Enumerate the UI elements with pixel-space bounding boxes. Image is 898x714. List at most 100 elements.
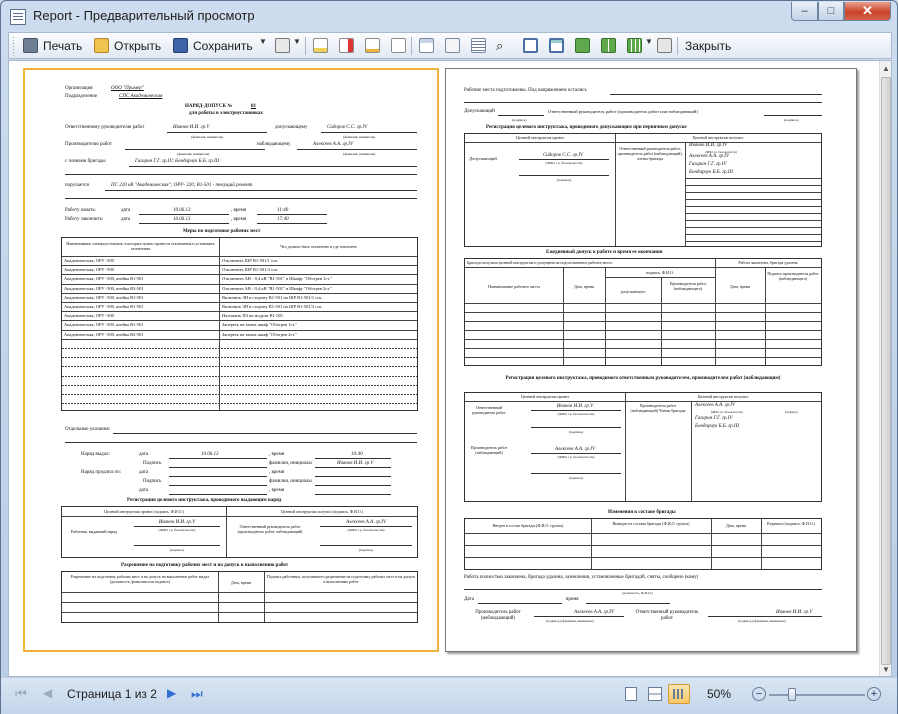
vertical-scrollbar[interactable]: ▲ ▼: [879, 61, 891, 676]
thumbnails-icon[interactable]: [471, 38, 486, 53]
email-export-icon[interactable]: [275, 38, 290, 53]
permit-title: НАРЯД-ДОПУСК №: [185, 104, 233, 109]
crew-label: с членами бригады: [65, 159, 106, 164]
table-row-line: [62, 339, 417, 340]
delete-page-icon[interactable]: [339, 38, 354, 53]
briefing-issuer-table: Целевой инструктаж провел (подпись, Ф.И.…: [61, 506, 418, 558]
issued-time-label: , время: [269, 452, 285, 457]
completion-label: Работа полностью закончена, бригада удал…: [464, 575, 699, 580]
special-instructions-label: Отдельные указания:: [65, 427, 111, 432]
report-page-1[interactable]: Организация ООО "Пример" Подразделение С…: [23, 68, 439, 652]
daily-col-header: Подпись производителя работ (наблюдающег…: [767, 271, 819, 281]
edit-page-icon[interactable]: [365, 38, 380, 53]
export-dropdown-arrow-icon[interactable]: ▼: [293, 37, 301, 46]
single-page-view-icon[interactable]: [625, 687, 637, 701]
form-line: [686, 234, 821, 235]
form-line: [686, 206, 821, 207]
save-dropdown-arrow-icon[interactable]: ▼: [259, 37, 267, 46]
briefing-caption: (подпись): [169, 548, 185, 552]
last-page-icon[interactable]: ⏭: [191, 686, 203, 702]
save-button[interactable]: Сохранить: [193, 36, 253, 56]
zoom-slider-track[interactable]: [769, 694, 865, 696]
form-line: [686, 192, 821, 193]
measures-cell-action: Запереть на замок шкаф "Обогрев 2ст.": [222, 332, 298, 337]
continuous-view-icon[interactable]: [648, 687, 662, 701]
new-page-icon[interactable]: [313, 38, 328, 53]
report-page-2[interactable]: Рабочие места подготовлены. Под напряжен…: [445, 68, 857, 652]
toolbar-separator: [677, 37, 678, 55]
zoom-in-icon[interactable]: +: [867, 687, 881, 701]
first-page-icon[interactable]: ⏮: [15, 686, 27, 702]
resp-label: Ответственному руководителю работ: [65, 125, 145, 130]
pages-dropdown-arrow-icon[interactable]: ▼: [645, 37, 653, 46]
table-row-line: [62, 302, 417, 303]
resp-role: Ответственный руководитель работ: [472, 405, 506, 415]
measures-cell-installation: Академическая, ОРУ -500: [64, 267, 114, 272]
start-date-label: дата: [121, 208, 131, 213]
extended-date2-label: дата: [139, 488, 149, 493]
zoom-page-icon[interactable]: [523, 38, 538, 53]
briefing-caption: (ФИО, гр. безопасности): [158, 528, 196, 532]
measures-cell-action: Отключить ШР В1-501/3 сск.: [222, 267, 279, 272]
find-icon[interactable]: ⌕: [496, 36, 503, 56]
final-producer-label: Производитель работ (наблюдающий): [475, 610, 521, 621]
page-indicator: Страница 1 из 2: [67, 687, 157, 701]
daily-col-header: Дата, время: [573, 284, 594, 289]
single-page-icon[interactable]: [575, 38, 590, 53]
resp-col-header: Целевой инструктаж провел: [520, 394, 570, 399]
window-title: Report - Предварительный просмотр: [33, 8, 255, 23]
resp-caption: (подпись): [568, 430, 584, 434]
watcher-value: Алексеев А.А. гр.IV: [313, 142, 354, 147]
resp-value: Иванов И.И. гр.V: [173, 125, 210, 130]
scroll-up-arrow-icon[interactable]: ▲: [882, 64, 890, 73]
permission-heading: Разрешение на подготовку рабочих мест и …: [121, 563, 289, 568]
resp-briefing-table: Целевой инструктаж провел Целевой инстру…: [464, 392, 822, 502]
measures-table: Наименование электроустановок, в которых…: [61, 237, 418, 411]
fio-caption: (фамилия, инициалы): [177, 152, 210, 156]
measures-cell-action: Включить ЗН в сторону В1-501 на ШР В1-50…: [222, 304, 323, 309]
briefing-col-header: Целевой инструктаж получил (подпись, Ф.И…: [280, 509, 364, 514]
briefing-col-header: Целевой инструктаж провел (подпись, Ф.И.…: [104, 509, 184, 514]
scroll-thumb[interactable]: [881, 77, 891, 665]
status-bar: ⏮ ◀ Страница 1 из 2 ▶ ⏭ 50% − +: [1, 678, 897, 714]
daily-col-header: Работа закончена, бригада удалена: [738, 260, 798, 265]
scroll-down-arrow-icon[interactable]: ▼: [882, 665, 890, 674]
outline-icon[interactable]: [419, 38, 434, 53]
report-app-icon: [10, 9, 26, 25]
table-row-line: [62, 394, 417, 395]
end-date-label: дата: [121, 217, 131, 222]
resp-name: Бондарчук Б.Б. гр.III: [695, 424, 739, 429]
open-button[interactable]: Открыть: [114, 36, 161, 56]
multi-page-view-icon: [673, 689, 685, 699]
previous-page-icon[interactable]: ◀: [43, 686, 52, 700]
primary-briefing-heading: Регистрация целевого инструктажа, провод…: [486, 125, 687, 130]
two-pages-icon[interactable]: [601, 38, 616, 53]
completion-time-label: время: [566, 597, 579, 602]
maximize-button[interactable]: □: [818, 2, 844, 21]
zoom-out-icon[interactable]: −: [752, 687, 766, 701]
fullscreen-icon[interactable]: [657, 38, 672, 53]
minimize-icon: ‒: [801, 5, 808, 17]
minimize-button[interactable]: ‒: [791, 2, 818, 21]
page-width-icon[interactable]: [549, 38, 564, 53]
extended-time-label: , время: [269, 470, 285, 475]
table-row-line: [62, 284, 417, 285]
multi-page-view-button[interactable]: [668, 684, 690, 704]
toolbar-grip[interactable]: [13, 37, 14, 57]
permission-col-header: Подпись работника, получившего разрешени…: [266, 574, 416, 584]
close-preview-button[interactable]: Закрыть: [685, 36, 731, 56]
zoom-slider-thumb[interactable]: [788, 688, 796, 701]
preview-area[interactable]: Организация ООО "Пример" Подразделение С…: [8, 60, 892, 677]
page-setup-icon[interactable]: [391, 38, 406, 53]
multiple-pages-icon[interactable]: [627, 38, 642, 53]
parameters-icon[interactable]: [445, 38, 460, 53]
permit-subtitle: для работы в электроустановках: [189, 111, 263, 116]
resp-col-header: Целевой инструктаж получил: [697, 394, 749, 399]
briefing-role: Ответственный руководитель работ (произв…: [237, 524, 303, 534]
fio-caption: (фамилия, инициалы): [343, 135, 376, 139]
print-button[interactable]: Печать: [43, 36, 82, 56]
next-page-icon[interactable]: ▶: [167, 686, 176, 700]
close-window-button[interactable]: ✕: [844, 2, 891, 21]
table-row-line: [62, 311, 417, 312]
daily-col-header: подпись, Ф.И.О.: [646, 270, 674, 275]
